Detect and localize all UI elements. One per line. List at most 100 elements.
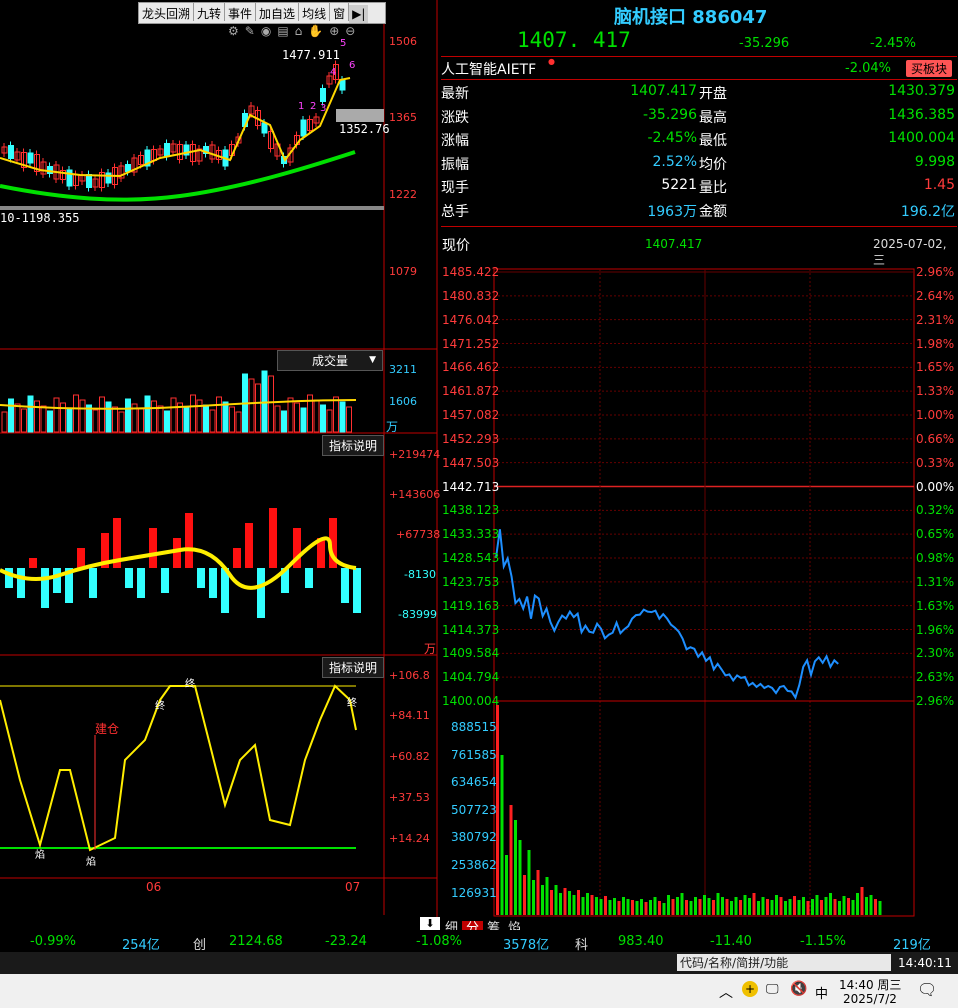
intraday-volume-bar: [698, 899, 702, 915]
intraday-volume-bar: [788, 899, 792, 915]
intraday-volume-bar: [703, 895, 706, 915]
intraday-volume-bar: [671, 899, 675, 915]
intraday-volume-bar: [878, 901, 882, 915]
price-axis-tick: 1485.422: [442, 265, 500, 279]
intraday-frame: [493, 268, 915, 917]
intraday-volume-bar: [869, 895, 873, 915]
intraday-volume-bar: [716, 893, 720, 915]
intraday-volume-bar: [734, 897, 738, 915]
intraday-volume-bar: [743, 895, 747, 915]
intraday-volume-bars: [496, 705, 882, 915]
intraday-volume-bar: [860, 887, 864, 915]
intraday-volume-bar: [572, 895, 576, 915]
network-icon[interactable]: 🖵: [766, 982, 779, 997]
index3-change: -11.40: [710, 934, 752, 949]
intraday-volume-bar: [586, 893, 589, 915]
index3-pct: -1.15%: [800, 934, 846, 949]
intraday-volume-bar: [851, 900, 855, 915]
intraday-volume-bar: [838, 901, 841, 915]
intraday-volume-bar: [685, 900, 688, 915]
intraday-volume-bar: [766, 899, 769, 915]
pct-axis-tick: 0.32%: [916, 503, 955, 518]
intraday-volume-bar: [505, 855, 508, 915]
index1-pct: -0.99%: [30, 934, 76, 949]
intraday-volume-bar: [545, 877, 549, 915]
pct-axis-tick: 0.65%: [916, 527, 955, 542]
price-axis-tick: 1428.543: [442, 551, 500, 565]
search-input[interactable]: 代码/名称/简拼/功能: [677, 954, 891, 971]
volume-muted-icon[interactable]: 🔇: [790, 981, 807, 997]
pct-axis-tick: 2.30%: [916, 646, 955, 661]
taskbar-date[interactable]: 2025/7/2: [843, 992, 897, 1006]
notification-icon[interactable]: 🗨: [917, 980, 937, 999]
pct-axis-tick: 0.98%: [916, 551, 955, 565]
intraday-volume-bar: [725, 899, 729, 915]
intraday-volume-bar: [532, 880, 535, 915]
price-axis-tick: 1461.872: [442, 384, 500, 399]
intraday-volume-bar: [509, 805, 513, 915]
price-axis-tick: 1414.373: [442, 622, 500, 637]
volume-axis-tick: 126931: [451, 885, 497, 900]
download-icon[interactable]: ⬇: [420, 917, 440, 931]
intraday-price-line: [495, 529, 839, 700]
ime-indicator[interactable]: 中: [815, 983, 828, 1002]
intraday-volume-bar: [559, 893, 562, 915]
intraday-volume-bar: [770, 900, 774, 915]
intraday-volume-bar: [757, 901, 760, 915]
pct-axis-tick: 1.00%: [916, 408, 955, 422]
price-axis-tick: 1409.584: [442, 646, 500, 661]
intraday-volume-bar: [874, 899, 877, 915]
price-axis-tick: 1466.462: [442, 360, 500, 375]
intraday-volume-bar: [617, 901, 621, 915]
pct-axis-tick: 1.98%: [916, 336, 955, 351]
volume-axis-tick: 253862: [451, 858, 497, 872]
intraday-volume-bar: [730, 901, 733, 915]
intraday-volume-bar: [847, 898, 850, 915]
index1-vol: 254亿: [122, 938, 160, 953]
intraday-volume-bar: [554, 885, 558, 915]
intraday-volume-bar: [689, 901, 693, 915]
intraday-volume-bar: [550, 890, 553, 915]
pct-axis-tick: 1.63%: [916, 598, 955, 613]
volume-axis-tick: 634654: [451, 775, 497, 790]
index2-name[interactable]: 创: [193, 934, 206, 953]
volume-axis-tick: 507723: [451, 802, 497, 817]
intraday-volume-bar: [500, 755, 504, 915]
index3-name[interactable]: 科: [575, 934, 588, 953]
intraday-volume-bar: [784, 901, 787, 915]
intraday-volume-bar: [563, 888, 567, 915]
intraday-volume-bar: [613, 898, 616, 915]
intraday-volume-bar: [662, 903, 666, 915]
volume-axis-tick: 380792: [451, 830, 497, 845]
pct-axis-tick: 0.00%: [916, 479, 955, 494]
intraday-volume-bar: [536, 870, 540, 915]
intraday-volume-bar: [590, 895, 594, 915]
price-axis-tick: 1452.293: [442, 431, 500, 446]
plus-badge-icon[interactable]: +: [742, 981, 758, 997]
intraday-volume-bar: [811, 899, 814, 915]
intraday-volume-bar: [815, 895, 819, 915]
intraday-volume-bar: [581, 897, 585, 915]
intraday-volume-bar: [518, 840, 522, 915]
pct-axis-tick: 2.63%: [916, 670, 955, 685]
intraday-volume-bar: [631, 900, 634, 915]
chevron-up-icon[interactable]: ︿: [719, 982, 733, 1002]
intraday-volume-bar: [797, 900, 801, 915]
intraday-volume-bar: [775, 895, 778, 915]
volume-axis-tick: 888515: [451, 720, 497, 734]
price-axis-tick: 1433.333: [442, 527, 500, 542]
pct-axis-tick: 0.33%: [916, 455, 955, 470]
intraday-volume-bar: [523, 875, 526, 915]
intraday-volume-bar: [820, 900, 823, 915]
pct-axis-tick: 1.31%: [916, 574, 955, 589]
intraday-volume-bar: [721, 897, 724, 915]
price-axis-tick: 1442.713: [442, 479, 500, 494]
intraday-volume-bar: [824, 897, 828, 915]
pct-axis-tick: 0.66%: [916, 431, 955, 446]
taskbar-time[interactable]: 14:40 周三: [839, 976, 901, 993]
intraday-volume-bar: [712, 900, 715, 915]
intraday-volume-bar: [568, 891, 571, 915]
price-axis-tick: 1480.832: [442, 288, 500, 303]
price-axis-tick: 1419.163: [442, 598, 500, 613]
intraday-volume-bar: [802, 897, 805, 915]
